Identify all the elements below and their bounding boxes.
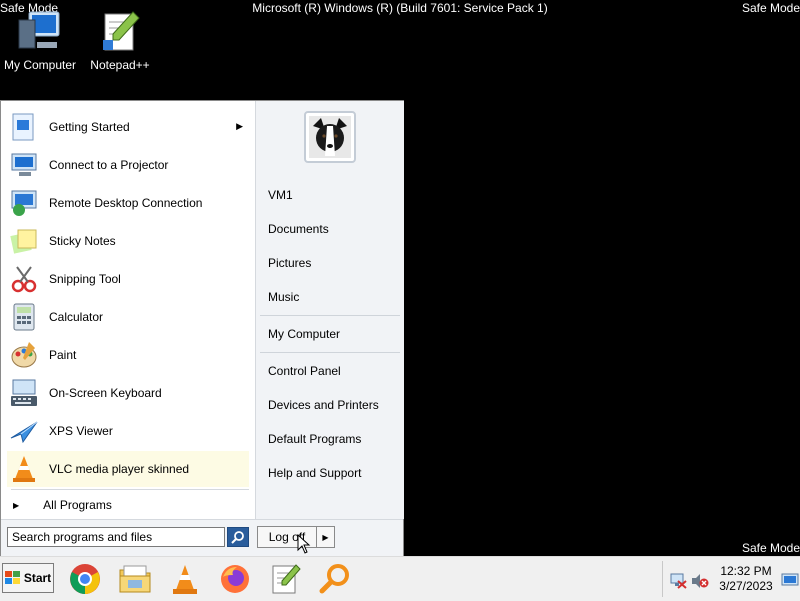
calculator-icon <box>7 300 41 334</box>
expand-arrow-icon: ▶ <box>13 500 20 510</box>
projector-icon <box>7 148 41 182</box>
system-tray: 12:32 PM 3/27/2023 <box>662 561 800 597</box>
program-label: Paint <box>49 348 77 362</box>
notepad-plus-plus-icon <box>103 11 140 51</box>
link-default-programs[interactable]: Default Programs <box>268 432 361 446</box>
safe-mode-label-bottom-right: Safe Mode <box>741 541 800 555</box>
computer-icon <box>18 11 60 49</box>
link-user-folder[interactable]: VM1 <box>268 188 293 202</box>
search-button[interactable] <box>227 527 249 547</box>
program-label: XPS Viewer <box>49 424 113 438</box>
user-avatar[interactable] <box>304 111 356 163</box>
programs-separator <box>11 489 249 490</box>
start-menu-bottom-bar: Search programs and files Log off ▶ <box>1 519 403 556</box>
vlc-cone-icon <box>7 452 41 486</box>
start-menu-programs-pane: Getting Started ▶ Connect to a Projector… <box>3 103 253 515</box>
firefox-icon <box>221 565 249 593</box>
search-icon <box>231 531 244 544</box>
mouse-cursor-icon <box>297 534 311 554</box>
start-label: Start <box>23 571 52 585</box>
dog-picture-icon <box>309 116 351 158</box>
safe-mode-label-top-right: Safe Mode <box>741 1 800 15</box>
program-getting-started[interactable]: Getting Started ▶ <box>7 109 249 145</box>
clock-time: 12:32 PM <box>720 564 772 578</box>
taskbar-firefox[interactable] <box>217 561 253 597</box>
link-my-computer[interactable]: My Computer <box>268 327 340 341</box>
link-music[interactable]: Music <box>268 290 299 304</box>
search-magnifier-icon <box>319 564 349 594</box>
desktop-icon-notepad-plus-plus[interactable]: Notepad++ <box>80 10 160 72</box>
show-desktop-icon[interactable] <box>781 571 799 589</box>
links-separator <box>260 352 400 353</box>
taskbar-explorer[interactable] <box>117 561 153 597</box>
program-label: On-Screen Keyboard <box>49 386 162 400</box>
link-devices-printers[interactable]: Devices and Printers <box>268 398 379 412</box>
submenu-arrow-icon: ▶ <box>236 121 243 131</box>
start-menu-links-pane: VM1 Documents Pictures Music My Computer… <box>255 101 404 519</box>
desktop-icon-label: Notepad++ <box>90 58 150 72</box>
taskbar: Start 12:32 PM 3/27/2023 <box>0 556 800 601</box>
chevron-right-icon: ▶ <box>322 532 329 542</box>
all-programs-button[interactable]: ▶ All Programs <box>11 493 249 517</box>
program-label: Getting Started <box>49 120 130 134</box>
program-label: Remote Desktop Connection <box>49 196 203 210</box>
program-on-screen-keyboard[interactable]: On-Screen Keyboard <box>7 375 249 411</box>
chrome-icon <box>70 564 100 594</box>
program-label: Calculator <box>49 310 104 324</box>
program-paint[interactable]: Paint <box>7 337 249 373</box>
all-programs-label: All Programs <box>43 498 112 512</box>
shutdown-options-button[interactable]: ▶ <box>317 526 335 548</box>
remote-desktop-icon <box>7 186 41 220</box>
taskbar-chrome[interactable] <box>67 561 103 597</box>
program-vlc-media-player[interactable]: VLC media player skinned <box>7 451 249 487</box>
program-remote-desktop[interactable]: Remote Desktop Connection <box>7 185 249 221</box>
program-label: VLC media player skinned <box>49 462 190 476</box>
taskbar-notepad-plus-plus[interactable] <box>267 561 303 597</box>
program-calculator[interactable]: Calculator <box>7 299 249 335</box>
program-label: Sticky Notes <box>49 234 116 248</box>
link-pictures[interactable]: Pictures <box>268 256 311 270</box>
start-button[interactable]: Start <box>2 563 54 593</box>
speaker-muted-icon[interactable] <box>691 573 709 589</box>
vlc-cone-icon <box>173 565 197 594</box>
program-snipping-tool[interactable]: Snipping Tool <box>7 261 249 297</box>
program-xps-viewer[interactable]: XPS Viewer <box>7 413 249 449</box>
windows-logo-icon <box>4 571 20 584</box>
desktop-icon-label: My Computer <box>3 58 77 72</box>
clock-date: 3/27/2023 <box>719 579 773 593</box>
links-separator <box>260 315 400 316</box>
keyboard-icon <box>7 376 41 410</box>
xps-viewer-icon <box>7 414 41 448</box>
notepad-plus-plus-icon <box>272 564 301 594</box>
search-input[interactable]: Search programs and files <box>7 527 225 547</box>
paint-palette-icon <box>7 338 41 372</box>
link-documents[interactable]: Documents <box>268 222 329 236</box>
windows-explorer-icon <box>119 565 151 593</box>
program-label: Snipping Tool <box>49 272 121 286</box>
sticky-notes-icon <box>7 224 41 258</box>
network-disconnected-icon[interactable] <box>669 573 687 589</box>
link-control-panel[interactable]: Control Panel <box>268 364 341 378</box>
taskbar-clock[interactable]: 12:32 PM 3/27/2023 <box>711 564 781 594</box>
link-help-support[interactable]: Help and Support <box>268 466 361 480</box>
program-label: Connect to a Projector <box>49 158 169 172</box>
program-connect-projector[interactable]: Connect to a Projector <box>7 147 249 183</box>
program-sticky-notes[interactable]: Sticky Notes <box>7 223 249 259</box>
desktop-icon-my-computer[interactable]: My Computer <box>0 10 80 72</box>
taskbar-search-app[interactable] <box>317 561 353 597</box>
taskbar-vlc[interactable] <box>167 561 203 597</box>
scissors-icon <box>7 262 41 296</box>
getting-started-icon <box>7 110 41 144</box>
start-menu: Getting Started ▶ Connect to a Projector… <box>0 100 404 556</box>
